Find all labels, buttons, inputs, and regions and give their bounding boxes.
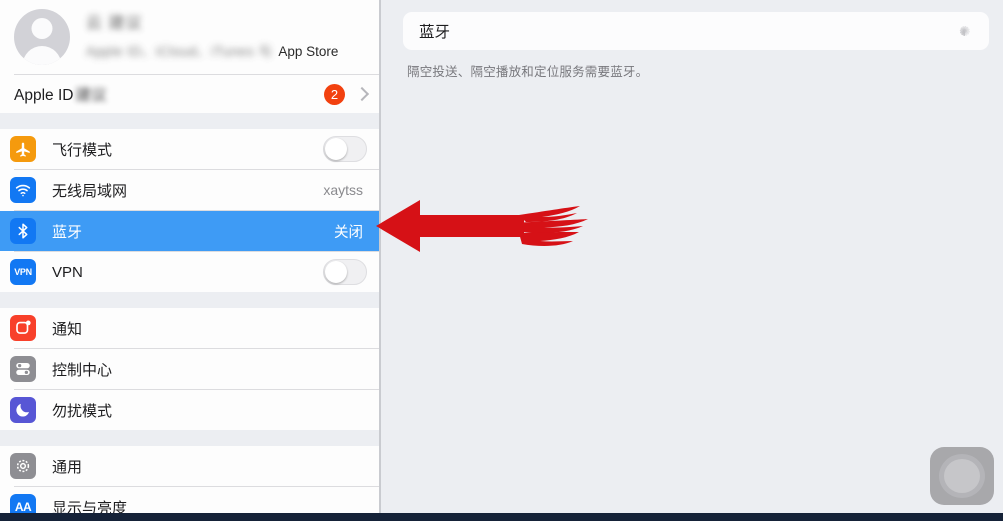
- sidebar-item-bluetooth[interactable]: 蓝牙 关闭: [0, 211, 379, 251]
- sidebar-item-wifi[interactable]: 无线局域网 xaytss: [0, 170, 379, 210]
- profile-subtitle-appstore: App Store: [278, 44, 339, 59]
- apple-id-label-blurred: 建议: [75, 87, 107, 104]
- sidebar-item-general[interactable]: 通用: [0, 446, 379, 486]
- account-group: 云 建议 Apple ID、iCloud、iTunes 与 App Store …: [0, 0, 379, 113]
- display-brightness-icon: AA: [10, 494, 36, 513]
- person-avatar-icon: [14, 9, 70, 65]
- sidebar-item-label: 通用: [52, 458, 83, 476]
- sidebar-item-notifications[interactable]: 通知: [0, 308, 379, 348]
- sidebar-item-display-brightness[interactable]: AA 显示与亮度: [0, 487, 379, 513]
- vpn-icon: VPN: [10, 259, 36, 285]
- gear-icon: [10, 453, 36, 479]
- bluetooth-title-card: 蓝牙: [403, 12, 989, 50]
- sidebar-item-label: VPN: [52, 263, 83, 281]
- do-not-disturb-icon: [10, 397, 36, 423]
- sidebar-item-label: 通知: [52, 320, 83, 338]
- wifi-network-value: xaytss: [323, 182, 363, 198]
- group-gap: [0, 292, 379, 308]
- page-title: 蓝牙: [419, 24, 451, 41]
- sidebar-item-label: 无线局域网: [52, 182, 128, 200]
- activity-spinner-icon: [955, 22, 973, 40]
- group-gap: [0, 113, 379, 129]
- sidebar-item-label: 勿扰模式: [52, 402, 113, 420]
- sidebar-item-label: 飞行模式: [52, 141, 113, 159]
- apple-id-label: Apple ID: [14, 87, 74, 104]
- settings-sidebar[interactable]: 云 建议 Apple ID、iCloud、iTunes 与 App Store …: [0, 0, 379, 513]
- profile-name: 云 建议: [86, 15, 143, 32]
- wifi-icon: [10, 177, 36, 203]
- sidebar-item-apple-id[interactable]: Apple ID 建议 2: [0, 75, 379, 113]
- airplane-mode-toggle[interactable]: [323, 136, 367, 162]
- status-badge: 2: [324, 83, 345, 105]
- bluetooth-description: 隔空投送、隔空播放和定位服务需要蓝牙。: [407, 65, 649, 79]
- sidebar-item-do-not-disturb[interactable]: 勿扰模式: [0, 390, 379, 430]
- bottom-bar: [0, 513, 1003, 521]
- chevron-right-icon: [354, 86, 370, 102]
- sidebar-item-label: 显示与亮度: [52, 499, 128, 514]
- general-group: 通用 AA 显示与亮度: [0, 446, 379, 513]
- profile-row[interactable]: 云 建议 Apple ID、iCloud、iTunes 与 App Store: [0, 0, 379, 74]
- assistive-touch-ring-icon: [944, 459, 980, 493]
- bluetooth-icon: [10, 218, 36, 244]
- bluetooth-state-value: 关闭: [334, 224, 363, 241]
- sidebar-item-vpn[interactable]: VPN VPN: [0, 252, 379, 292]
- connectivity-group: 飞行模式 无线局域网 xaytss 蓝牙 关闭 VPN VPN: [0, 129, 379, 292]
- sidebar-item-airplane-mode[interactable]: 飞行模式: [0, 129, 379, 169]
- control-center-icon: [10, 356, 36, 382]
- profile-subtitle-blurred: Apple ID、iCloud、iTunes 与: [86, 44, 273, 59]
- bluetooth-detail-pane: 蓝牙 隔空投送、隔空播放和定位服务需要蓝牙。: [381, 0, 1003, 513]
- group-gap: [0, 430, 379, 446]
- apple-id-label-wrap: Apple ID 建议: [14, 83, 106, 105]
- vpn-toggle[interactable]: [323, 259, 367, 285]
- airplane-icon: [10, 136, 36, 162]
- notifications-icon: [10, 315, 36, 341]
- sidebar-item-control-center[interactable]: 控制中心: [0, 349, 379, 389]
- sidebar-item-label: 控制中心: [52, 361, 113, 379]
- sidebar-item-label: 蓝牙: [52, 223, 83, 241]
- assistive-touch-button[interactable]: [930, 447, 994, 505]
- notifications-group: 通知 控制中心 勿扰模式: [0, 308, 379, 430]
- ipad-settings-screen: 云 建议 Apple ID、iCloud、iTunes 与 App Store …: [0, 0, 1003, 521]
- profile-subtitle: Apple ID、iCloud、iTunes 与 App Store: [86, 40, 365, 60]
